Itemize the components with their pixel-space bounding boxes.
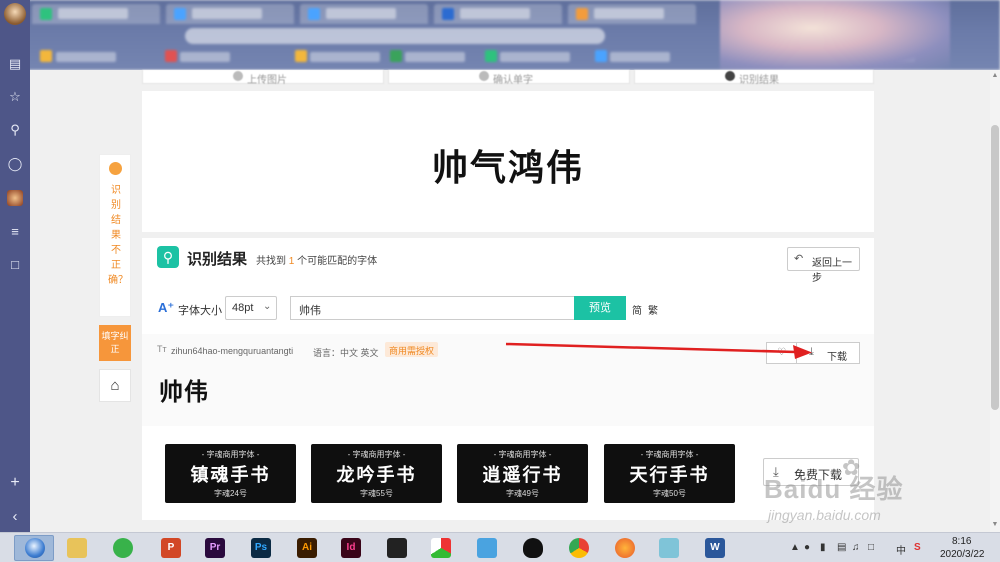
scroll-down-icon[interactable]: ▼ — [991, 521, 999, 529]
result-subtitle: 共找到 1 个可能匹配的字体 — [256, 256, 378, 267]
simplified-toggle[interactable]: 简 — [632, 302, 642, 317]
sogou-ime-icon[interactable]: S — [914, 542, 921, 553]
recommended-font-card[interactable]: - 字魂商用字体 - 逍遥行书 字魂49号 — [457, 444, 588, 503]
qq-tray-icon[interactable]: ● — [804, 542, 810, 553]
plus-icon[interactable]: + — [7, 475, 23, 491]
magnifier-icon: ⚲ — [157, 246, 179, 268]
indesign-icon[interactable]: Id — [332, 535, 370, 561]
address-bar[interactable] — [185, 28, 605, 44]
traditional-toggle[interactable]: 繁 — [648, 302, 658, 317]
volume-icon[interactable]: ♫ — [852, 542, 860, 553]
scroll-up-icon[interactable]: ▲ — [991, 72, 999, 80]
step-result: 识别结果 — [634, 70, 874, 86]
browser-tab[interactable] — [434, 4, 562, 24]
bird-app-icon[interactable] — [468, 535, 506, 561]
notes-icon[interactable]: ▤ — [7, 56, 23, 72]
premiere-icon[interactable]: Pr — [196, 535, 234, 561]
start-orb-icon[interactable] — [14, 535, 54, 561]
lightbulb-icon — [109, 162, 122, 175]
star-icon[interactable]: ☆ — [7, 89, 23, 105]
browser-skin-artwork — [720, 0, 950, 70]
baidu-watermark: ✿ Baidu 经验 jingyan.baidu.com — [764, 455, 904, 523]
clock-date[interactable]: 2020/3/22 — [940, 549, 985, 560]
book-icon[interactable]: □ — [7, 257, 23, 273]
fill-correct-button[interactable]: 填字纠正 — [99, 325, 131, 361]
collapse-icon[interactable]: ‹ — [7, 509, 23, 525]
network-icon[interactable]: ▤ — [837, 542, 846, 553]
recommended-font-card[interactable]: - 字魂商用字体 - 天行手书 字魂50号 — [604, 444, 735, 503]
result-count: 1 — [288, 256, 295, 267]
chrome-icon[interactable] — [560, 535, 598, 561]
browser-sidebar: ▤ ☆ ⚲ ◯ ≡ □ + ‹ — [0, 0, 30, 532]
step-upload: 上传图片 — [142, 70, 384, 86]
powerpoint-icon[interactable]: P — [152, 535, 190, 561]
preview-text-input[interactable]: 帅伟 — [290, 296, 575, 320]
search-icon[interactable]: ⚲ — [7, 122, 23, 138]
browser-tab[interactable] — [300, 4, 428, 24]
feedback-panel[interactable]: 识别结果不正确？ — [99, 154, 131, 317]
scrollbar-thumb[interactable] — [991, 125, 999, 410]
firefox-icon[interactable] — [606, 535, 644, 561]
browser-chrome — [0, 0, 1000, 70]
input-method-label[interactable]: 中 — [896, 542, 906, 557]
recommended-font-card[interactable]: - 字魂商用字体 - 镇魂手书 字魂24号 — [165, 444, 296, 503]
return-icon: ↶ — [794, 253, 804, 265]
font-size-select[interactable]: 48pt ⌄ — [225, 296, 277, 320]
word-icon[interactable]: W — [696, 535, 734, 561]
uploaded-image-text: 帅气鸿伟 — [431, 147, 584, 189]
font-size-icon: A⁺ — [158, 300, 175, 315]
translate-icon[interactable]: ≡ — [7, 224, 23, 240]
font-language: 语言：中文 英文 — [313, 348, 379, 358]
chat-icon[interactable]: ◯ — [7, 156, 23, 172]
photoshop-icon[interactable]: Ps — [242, 535, 280, 561]
result-title: 识别结果 — [187, 251, 248, 268]
font-type-icon: Tт — [157, 344, 167, 354]
result-card: ⚲ 识别结果 共找到 1 个可能匹配的字体 ↶ 返回上一步 A⁺ 字体大小 48… — [142, 238, 874, 426]
feedback-label[interactable]: 识别结果不正确？ — [108, 183, 128, 288]
back-button[interactable]: ↶ 返回上一步 — [787, 247, 860, 284]
user-avatar[interactable] — [4, 3, 26, 25]
step-indicator: 上传图片 确认单字 识别结果 — [142, 70, 874, 86]
image-preview-card: 帅气鸿伟 — [142, 91, 874, 232]
license-badge: 商用需授权 — [385, 342, 439, 357]
action-center-icon[interactable]: □ — [868, 542, 874, 553]
tray-expand-icon[interactable]: ▲ — [790, 542, 800, 553]
step-confirm: 确认单字 — [388, 70, 630, 86]
home-icon[interactable]: ⌂ — [99, 369, 131, 402]
file-explorer-icon[interactable] — [58, 535, 96, 561]
browser-tab[interactable] — [568, 4, 696, 24]
font-sample: 帅伟 — [159, 377, 209, 406]
wechat-icon[interactable] — [104, 535, 142, 561]
illustrator-icon[interactable]: Ai — [288, 535, 326, 561]
screen-capture-icon[interactable] — [422, 535, 460, 561]
battery-icon[interactable]: ▮ — [820, 542, 826, 553]
avatar-icon[interactable] — [7, 190, 23, 206]
taskbar: P Pr Ps Ai Id W ▲ ● ▮ ▤ ♫ □ 中 S 8:16 202… — [0, 532, 1000, 562]
tablet-app-icon[interactable] — [650, 535, 688, 561]
red-arrow-annotation — [505, 342, 812, 359]
browser-tab[interactable] — [32, 4, 160, 24]
recommended-font-card[interactable]: - 字魂商用字体 - 龙吟手书 字魂55号 — [311, 444, 442, 503]
font-size-label: 字体大小 — [178, 305, 222, 317]
clock-time[interactable]: 8:16 — [952, 536, 971, 547]
font-name[interactable]: zihun64hao-mengquruantangti — [171, 346, 293, 356]
preview-button[interactable]: 预览 — [574, 296, 626, 320]
chevron-down-icon: ⌄ — [263, 301, 272, 312]
browser-tab[interactable] — [166, 4, 294, 24]
video-editor-icon[interactable] — [378, 535, 416, 561]
qq-icon[interactable] — [514, 535, 552, 561]
